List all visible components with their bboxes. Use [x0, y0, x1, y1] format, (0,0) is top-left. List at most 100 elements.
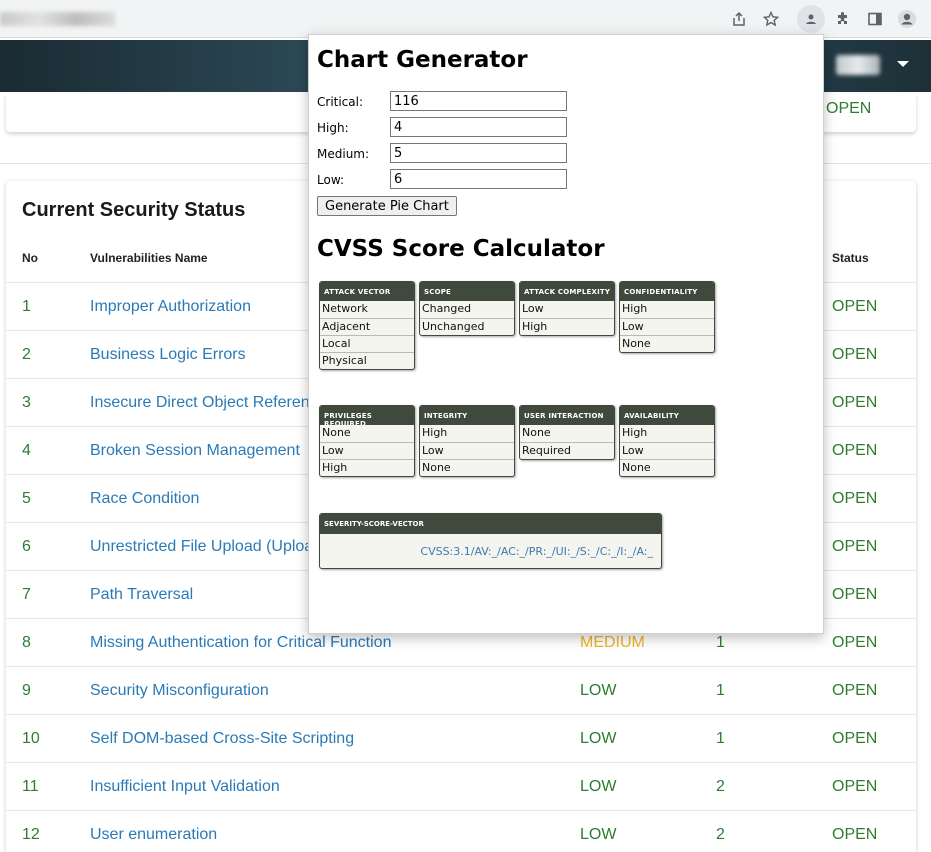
count-value: 1 — [716, 682, 725, 699]
metric-option[interactable]: High — [620, 425, 714, 442]
metric-header: ATTACK VECTOR — [320, 282, 414, 301]
metric-option[interactable]: None — [520, 425, 614, 442]
metric-option[interactable]: None — [620, 459, 714, 476]
row-number: 10 — [22, 730, 40, 747]
vulnerability-link[interactable]: Path Traversal — [90, 586, 193, 604]
vector-value: CVSS:3.1/AV:_/AC:_/PR:_/UI:_/S:_/C:_/I:_… — [420, 545, 653, 558]
vulnerability-link[interactable]: Broken Session Management — [90, 442, 300, 460]
vulnerability-link[interactable]: Improper Authorization — [90, 298, 251, 316]
metric-option[interactable]: Low — [620, 442, 714, 459]
metric-option[interactable]: Unchanged — [420, 318, 514, 335]
extension-active-icon[interactable] — [797, 5, 825, 33]
low-input[interactable] — [390, 169, 567, 189]
puzzle-icon[interactable] — [831, 7, 855, 31]
status-label: OPEN — [832, 682, 878, 699]
row-number: 12 — [22, 826, 40, 843]
side-panel-icon[interactable] — [863, 7, 887, 31]
vulnerability-link[interactable]: Business Logic Errors — [90, 346, 246, 364]
critical-input[interactable] — [390, 91, 567, 111]
metric-option[interactable]: Low — [520, 301, 614, 318]
status-label: OPEN — [832, 442, 878, 459]
status-label: OPEN — [832, 826, 878, 843]
medium-row: Medium: — [317, 143, 577, 163]
metric-privileges-required: PRIVILEGES REQUIRED None Low High — [319, 405, 415, 477]
count-value: 2 — [716, 826, 725, 843]
address-bar-blurred[interactable] — [0, 12, 115, 26]
metric-option[interactable]: Changed — [420, 301, 514, 318]
count-value: 2 — [716, 778, 725, 795]
vulnerability-link[interactable]: Race Condition — [90, 490, 199, 508]
status-label: OPEN — [832, 634, 878, 651]
chevron-down-icon[interactable] — [897, 61, 909, 67]
count-value: 1 — [716, 730, 725, 747]
metric-scope: SCOPE Changed Unchanged — [419, 281, 515, 336]
critical-label: Critical: — [317, 95, 364, 109]
cvss-calculator-title: CVSS Score Calculator — [317, 236, 605, 262]
profile-icon[interactable] — [895, 7, 919, 31]
severity-label: LOW — [580, 682, 617, 699]
status-label: OPEN — [832, 346, 878, 363]
row-number: 4 — [22, 442, 31, 459]
bookmark-star-icon[interactable] — [759, 7, 783, 31]
metric-availability: AVAILABILITY High Low None — [619, 405, 715, 477]
metric-option[interactable]: Network — [320, 301, 414, 318]
metric-header: SCOPE — [420, 282, 514, 301]
share-icon[interactable] — [727, 7, 751, 31]
vulnerability-link[interactable]: Self DOM-based Cross-Site Scripting — [90, 730, 354, 748]
metric-attack-complexity: ATTACK COMPLEXITY Low High — [519, 281, 615, 336]
critical-row: Critical: — [317, 91, 577, 111]
low-label: Low: — [317, 173, 345, 187]
vulnerability-link[interactable]: Missing Authentication for Critical Func… — [90, 634, 391, 652]
metric-option[interactable]: Low — [420, 442, 514, 459]
row-number: 7 — [22, 586, 31, 603]
status-label: OPEN — [832, 586, 878, 603]
user-name-blurred[interactable] — [836, 55, 880, 75]
metric-option[interactable]: Local — [320, 335, 414, 352]
column-header-no: No — [22, 251, 38, 265]
status-label: OPEN — [832, 490, 878, 507]
table-row: 11 Insufficient Input Validation LOW 2 OPEN — [6, 762, 916, 810]
metric-header: CONFIDENTIALITY — [620, 282, 714, 301]
column-header-name: Vulnerabilities Name — [90, 251, 208, 265]
severity-label: MEDIUM — [580, 634, 645, 651]
metric-option[interactable]: High — [320, 459, 414, 476]
vulnerability-link[interactable]: Insufficient Input Validation — [90, 778, 280, 796]
low-row: Low: — [317, 169, 577, 189]
vulnerability-link[interactable]: Unrestricted File Upload (Upload — [90, 538, 322, 556]
table-row: 9 Security Misconfiguration LOW 1 OPEN — [6, 666, 916, 714]
metric-integrity: INTEGRITY High Low None — [419, 405, 515, 477]
row-number: 2 — [22, 346, 31, 363]
row-number: 11 — [22, 778, 39, 795]
high-label: High: — [317, 121, 349, 135]
metric-option[interactable]: Low — [320, 442, 414, 459]
medium-input[interactable] — [390, 143, 567, 163]
metric-option[interactable]: None — [620, 335, 714, 352]
status-label: OPEN — [832, 778, 878, 795]
metric-option[interactable]: Low — [620, 318, 714, 335]
high-row: High: — [317, 117, 577, 137]
metric-option[interactable]: None — [320, 425, 414, 442]
table-row: 12 User enumeration LOW 2 OPEN — [6, 810, 916, 852]
row-number: 8 — [22, 634, 31, 651]
vulnerability-link[interactable]: User enumeration — [90, 826, 217, 844]
metric-header: AVAILABILITY — [620, 406, 714, 425]
metric-option[interactable]: High — [520, 318, 614, 335]
high-input[interactable] — [390, 117, 567, 137]
browser-toolbar — [0, 0, 931, 38]
metric-option[interactable]: Required — [520, 442, 614, 459]
status-label: OPEN — [832, 394, 878, 411]
column-header-status: Status — [832, 251, 869, 265]
metric-option[interactable]: Physical — [320, 352, 414, 369]
extension-popup: Chart Generator Critical: High: Medium: … — [308, 34, 824, 634]
metric-header: ATTACK COMPLEXITY — [520, 282, 614, 301]
summary-status: OPEN — [826, 100, 872, 117]
metric-option[interactable]: Adjacent — [320, 318, 414, 335]
status-label: OPEN — [832, 730, 878, 747]
vulnerability-link[interactable]: Insecure Direct Object Reference — [90, 394, 327, 412]
vulnerability-link[interactable]: Security Misconfiguration — [90, 682, 269, 700]
generate-pie-chart-button[interactable]: Generate Pie Chart — [317, 196, 457, 216]
metric-option[interactable]: High — [420, 425, 514, 442]
metric-option[interactable]: High — [620, 301, 714, 318]
metric-option[interactable]: None — [420, 459, 514, 476]
severity-label: LOW — [580, 778, 617, 795]
